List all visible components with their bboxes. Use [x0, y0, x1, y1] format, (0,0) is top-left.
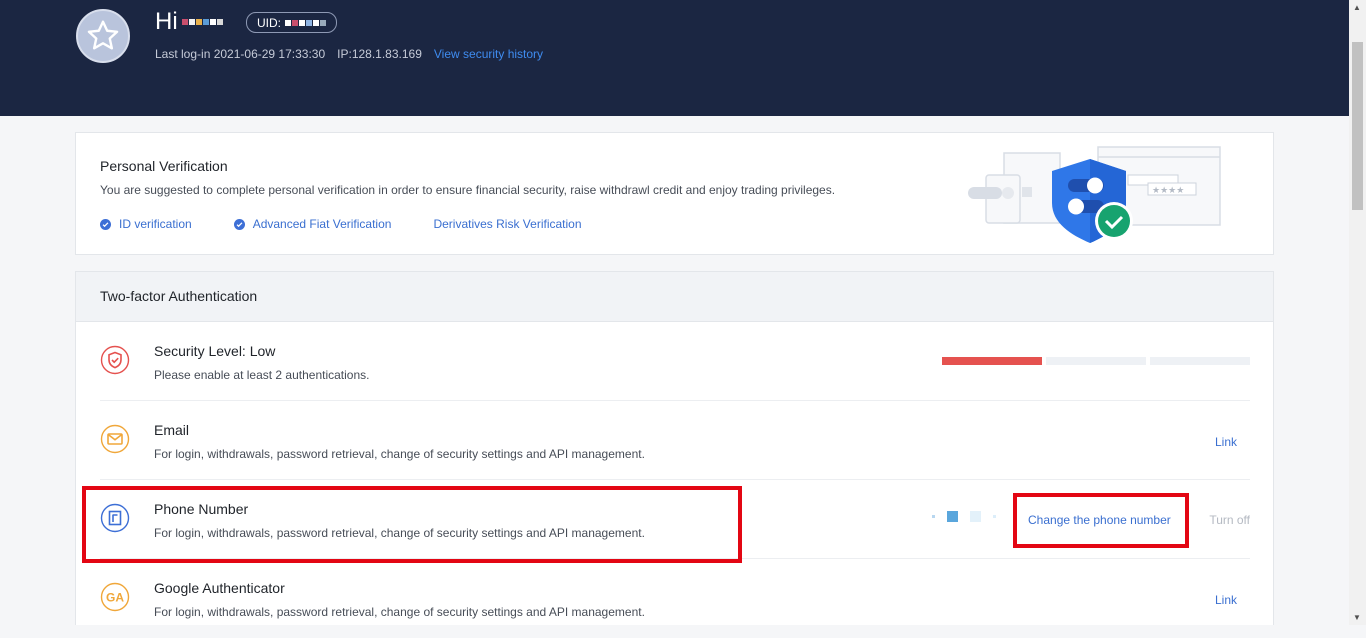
phone-number-title: Phone Number	[154, 501, 249, 517]
email-link-button[interactable]: Link	[1215, 435, 1237, 449]
advanced-fiat-verification-link[interactable]: Advanced Fiat Verification	[233, 217, 392, 231]
security-shield-illustration: ★★★★	[968, 146, 1221, 243]
turn-off-phone-button[interactable]: Turn off	[1209, 513, 1250, 527]
phone-number-row: Phone Number For login, withdrawals, pas…	[100, 480, 1250, 559]
scroll-up-arrow-icon[interactable]: ▲	[1353, 3, 1361, 12]
email-row: Email For login, withdrawals, password r…	[100, 401, 1250, 480]
last-login: Last log-in 2021-06-29 17:33:30	[155, 47, 326, 61]
shield-warning-icon	[100, 345, 130, 375]
phone-number-description: For login, withdrawals, password retriev…	[154, 526, 645, 540]
check-icon	[233, 218, 245, 230]
google-authenticator-link-button[interactable]: Link	[1215, 593, 1237, 607]
masked-phone-number	[932, 511, 996, 522]
email-title: Email	[154, 422, 190, 438]
email-icon	[100, 424, 130, 454]
personal-verification-description: You are suggested to complete personal v…	[100, 183, 836, 197]
security-level-description: Please enable at least 2 authentications…	[154, 368, 370, 382]
level-segment-filled	[942, 357, 1042, 365]
two-factor-authentication-card: Two-factor Authentication Security Level…	[75, 271, 1274, 625]
email-description: For login, withdrawals, password retriev…	[154, 447, 645, 461]
google-authenticator-title: Google Authenticator	[154, 580, 285, 596]
derivatives-risk-verification-link[interactable]: Derivatives Risk Verification	[433, 217, 581, 231]
page-scrollbar[interactable]: ▲ ▼	[1349, 0, 1366, 625]
google-authenticator-icon-text: GA	[106, 591, 124, 605]
security-level-meter	[942, 357, 1250, 365]
advanced-fiat-verification-label: Advanced Fiat Verification	[252, 217, 392, 231]
security-level-title: Security Level: Low	[154, 343, 276, 359]
check-icon	[100, 218, 111, 230]
star-avatar-icon	[87, 20, 119, 50]
uid-label: UID:	[257, 15, 281, 30]
id-verification-label: ID verification	[119, 217, 192, 231]
scroll-down-arrow-icon[interactable]: ▼	[1353, 613, 1361, 622]
uid-badge: UID:	[246, 12, 337, 33]
derivatives-risk-verification-label: Derivatives Risk Verification	[433, 217, 582, 231]
level-segment-empty	[1150, 357, 1250, 365]
level-segment-empty	[1046, 357, 1146, 365]
personal-verification-title: Personal Verification	[100, 158, 228, 174]
two-factor-title: Two-factor Authentication	[76, 272, 1273, 322]
scrollbar-thumb[interactable]	[1352, 42, 1363, 210]
greeting: Hi	[155, 8, 223, 36]
view-security-history-link[interactable]: View security history	[434, 47, 543, 61]
id-verification-link[interactable]: ID verification	[100, 217, 192, 231]
google-authenticator-row: GA Google Authenticator For login, withd…	[100, 559, 1250, 638]
svg-text:★★★★: ★★★★	[1152, 186, 1184, 196]
avatar[interactable]	[76, 9, 130, 63]
google-authenticator-description: For login, withdrawals, password retriev…	[154, 605, 645, 619]
personal-verification-card: Personal Verification You are suggested …	[75, 132, 1274, 255]
google-authenticator-icon: GA	[100, 582, 130, 612]
change-phone-number-button[interactable]: Change the phone number	[1028, 513, 1171, 527]
masked-username	[181, 19, 223, 25]
masked-uid	[285, 19, 326, 26]
login-info: Last log-in 2021-06-29 17:33:30 IP:128.1…	[155, 47, 543, 61]
account-header: Hi UID: Last log-in 2021-06-29 17:33:30 …	[0, 0, 1349, 116]
security-level-row: Security Level: Low Please enable at lea…	[100, 322, 1250, 401]
login-ip: IP:128.1.83.169	[337, 47, 422, 61]
greeting-text: Hi	[155, 8, 178, 35]
verification-links: ID verification Advanced Fiat Verificati…	[100, 217, 624, 231]
phone-icon	[100, 503, 130, 533]
